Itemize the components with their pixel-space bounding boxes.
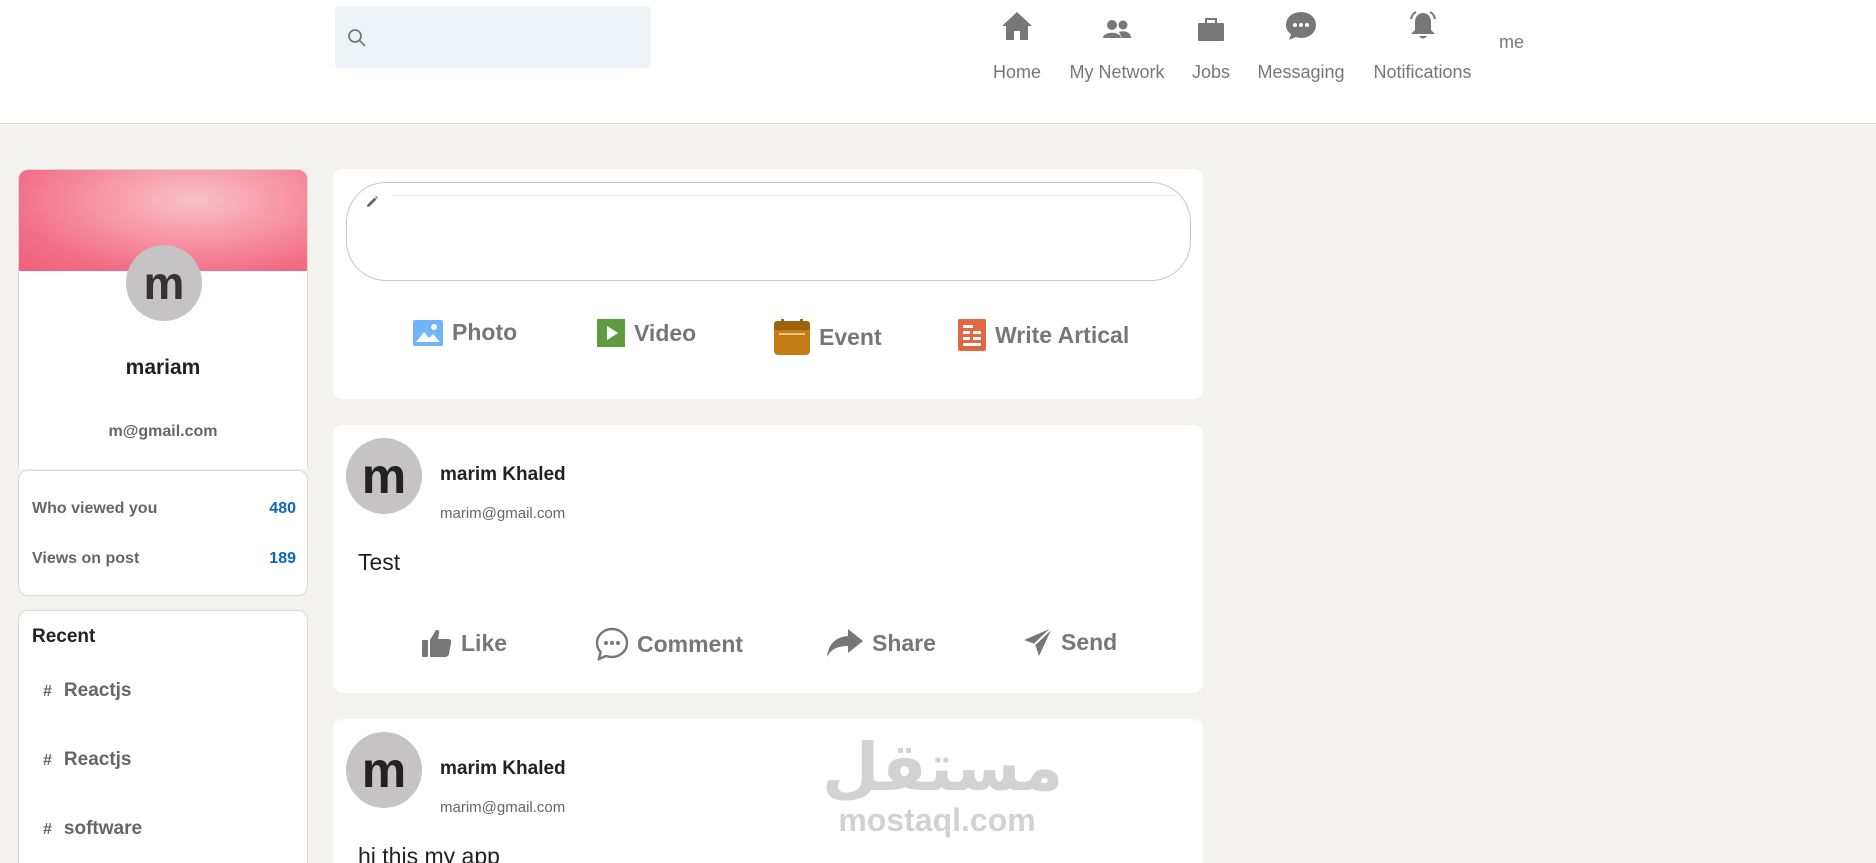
feed-post: m marim Khaled marim@gmail.com Test Like… — [333, 425, 1203, 693]
comment-label: Comment — [637, 630, 744, 657]
profile-stats: Who viewed you 480 Views on post 189 — [18, 470, 308, 596]
recent-card: Recent # Reactjs # Reactjs # software — [18, 610, 308, 863]
top-navbar: Home My Network Jobs Messaging Notificat… — [0, 0, 1876, 124]
stat-who-viewed[interactable]: Who viewed you 480 — [32, 500, 296, 518]
recent-title: Recent — [32, 626, 96, 647]
profile-email: m@gmail.com — [108, 423, 218, 440]
feed-post: m marim Khaled marim@gmail.com hi this m… — [333, 719, 1203, 863]
post-author[interactable]: marim Khaled — [440, 464, 566, 486]
search-icon — [348, 29, 366, 47]
nav-notifications[interactable]: Notifications — [1370, 0, 1475, 90]
post-author-email: marim@gmail.com — [440, 799, 566, 816]
video-label: Video — [634, 319, 697, 346]
calendar-icon — [774, 319, 810, 355]
comment-icon — [595, 627, 629, 661]
nav-my-network-label: My Network — [1069, 62, 1165, 82]
comment-button[interactable]: Comment — [595, 627, 743, 661]
video-icon — [597, 319, 625, 347]
send-button[interactable]: Send — [1023, 627, 1117, 657]
post-author-email: marim@gmail.com — [440, 505, 566, 522]
recent-item-label: Reactjs — [63, 680, 132, 701]
event-label: Event — [819, 323, 882, 350]
stat-value: 189 — [269, 550, 296, 567]
watermark: مستقل mostaql.com — [822, 729, 1064, 838]
post-avatar[interactable]: m — [346, 438, 422, 514]
article-icon — [958, 319, 986, 351]
like-label: Like — [461, 629, 508, 656]
briefcase-icon — [1198, 18, 1224, 41]
stat-label: Who viewed you — [32, 500, 158, 517]
recent-item-label: Reactjs — [63, 749, 132, 770]
nav-home[interactable]: Home — [992, 0, 1042, 90]
write-article-button[interactable]: Write Artical — [958, 319, 1129, 351]
like-button[interactable]: Like — [421, 627, 507, 659]
compose-input[interactable] — [394, 195, 1174, 229]
share-icon — [827, 629, 863, 657]
network-icon — [1103, 20, 1131, 38]
profile-avatar[interactable]: m — [126, 245, 202, 321]
recent-item[interactable]: # Reactjs — [43, 749, 132, 771]
stat-value: 480 — [269, 500, 296, 517]
recent-item-label: software — [63, 818, 143, 839]
recent-item[interactable]: # software — [43, 818, 142, 840]
hashtag-icon: # — [43, 821, 52, 838]
video-button[interactable]: Video — [597, 319, 696, 347]
nav-messaging-label: Messaging — [1257, 62, 1345, 82]
photo-label: Photo — [452, 319, 518, 345]
thumbs-up-icon — [422, 629, 452, 657]
pencil-icon — [367, 196, 378, 207]
nav-notifications-label: Notifications — [1373, 62, 1472, 82]
nav-my-network[interactable]: My Network — [1067, 0, 1167, 90]
watermark-latin: mostaql.com — [838, 802, 1036, 838]
stat-views-on-post[interactable]: Views on post 189 — [32, 550, 296, 568]
photo-button[interactable]: Photo — [413, 319, 517, 346]
recent-item[interactable]: # Reactjs — [43, 680, 132, 702]
send-label: Send — [1061, 628, 1118, 655]
home-icon — [1002, 12, 1032, 40]
stat-label: Views on post — [32, 550, 140, 567]
nav-messaging[interactable]: Messaging — [1255, 0, 1347, 90]
nav-home-label: Home — [992, 62, 1041, 82]
search-input[interactable] — [365, 6, 645, 68]
write-article-label: Write Artical — [995, 321, 1130, 348]
post-text: hi this my app — [358, 843, 500, 863]
photo-icon — [413, 319, 443, 346]
share-button[interactable]: Share — [826, 627, 936, 659]
post-composer: Photo Video Event Write Artical — [333, 169, 1203, 399]
nav-jobs-label: Jobs — [1191, 62, 1231, 82]
hashtag-icon: # — [43, 752, 52, 769]
post-text: Test — [358, 549, 401, 575]
profile-name[interactable]: mariam — [0, 356, 326, 380]
send-icon — [1024, 627, 1053, 656]
event-button[interactable]: Event — [774, 319, 882, 355]
share-label: Share — [872, 629, 936, 656]
post-avatar[interactable]: m — [346, 732, 422, 808]
chat-icon — [1286, 12, 1316, 40]
hashtag-icon: # — [43, 683, 52, 700]
post-author[interactable]: marim Khaled — [440, 758, 566, 780]
search-bar[interactable] — [335, 6, 651, 68]
bell-icon — [1409, 11, 1436, 39]
nav-me[interactable]: me — [1499, 32, 1524, 53]
compose-box[interactable] — [346, 182, 1191, 281]
nav-jobs[interactable]: Jobs — [1191, 0, 1231, 90]
watermark-arabic: مستقل — [822, 729, 1064, 806]
